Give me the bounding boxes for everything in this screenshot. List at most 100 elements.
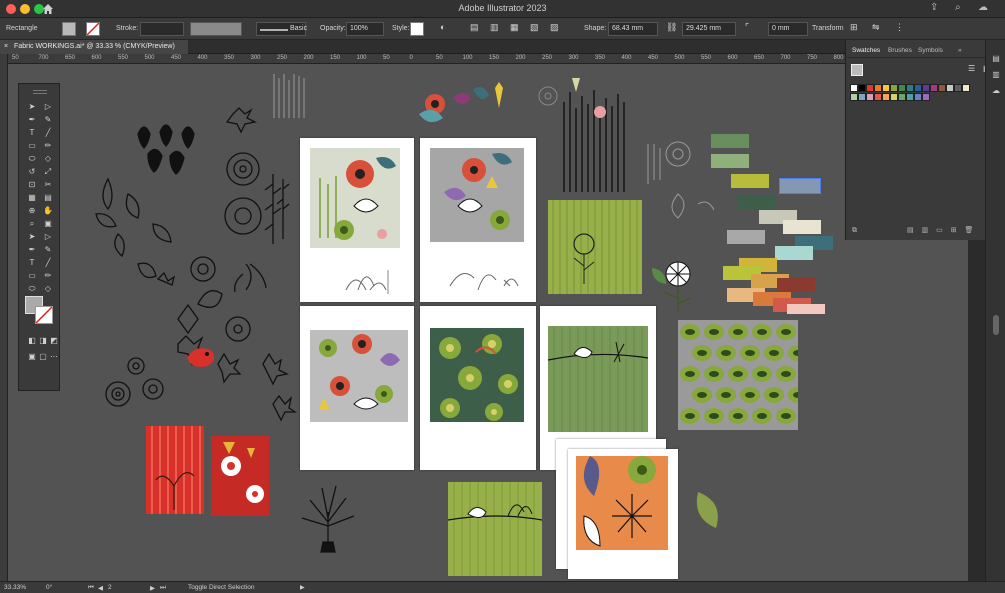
swatch[interactable]: [898, 93, 906, 101]
red-pattern-swatch-1[interactable]: [146, 426, 204, 514]
swatch[interactable]: [890, 93, 898, 101]
palette-chip[interactable]: [731, 174, 769, 188]
recolor-icon[interactable]: ◐: [440, 22, 445, 32]
swatch[interactable]: [930, 84, 938, 92]
swatch-options-icon[interactable]: ▥: [922, 227, 929, 234]
flip-icon[interactable]: ⇋: [872, 22, 880, 33]
transform-button[interactable]: Transform: [812, 25, 844, 32]
corner-type-icon[interactable]: ⌜: [745, 22, 749, 33]
artboard-4-kiwi-pattern[interactable]: [430, 328, 524, 422]
more-tabs-icon[interactable]: »: [958, 47, 962, 54]
none-mode-icon[interactable]: ◩: [47, 334, 61, 347]
type-tool-icon[interactable]: T: [25, 256, 39, 269]
swatch[interactable]: [882, 84, 890, 92]
grey-floral-sketch[interactable]: [528, 74, 628, 124]
list-view-icon[interactable]: ☰: [968, 64, 975, 73]
palette-chip[interactable]: [777, 278, 815, 292]
canvas[interactable]: [8, 64, 968, 581]
width-field[interactable]: 68.43 mm: [608, 22, 658, 36]
tab-swatches[interactable]: Swatches: [852, 47, 880, 54]
tab-brushes[interactable]: Brushes: [888, 47, 912, 54]
next-artboard-icon[interactable]: ▶: [150, 584, 155, 592]
black-bouquet-illustration[interactable]: [293, 474, 363, 554]
direct-selection-tool-icon[interactable]: ▷: [41, 100, 55, 113]
free-transform-tool-icon[interactable]: ⊡: [25, 178, 39, 191]
previous-artboard-icon[interactable]: ◀: [98, 584, 103, 592]
swatch[interactable]: [858, 84, 866, 92]
green-bird-pattern[interactable]: [448, 482, 542, 576]
colored-floral-sprig[interactable]: [413, 80, 513, 130]
status-menu-icon[interactable]: ▶: [300, 584, 305, 591]
zoom-level[interactable]: 33.33%: [4, 584, 26, 591]
green-stripe-pattern[interactable]: [548, 200, 642, 294]
fill-swatch[interactable]: [62, 22, 76, 36]
mesh-tool-icon[interactable]: ▦: [25, 191, 39, 204]
kiwi-pattern-tile[interactable]: [678, 320, 798, 430]
artboard-2-sketch[interactable]: [444, 256, 524, 296]
cloud-icon[interactable]: ☁: [978, 2, 988, 13]
pen-tool-icon[interactable]: ✒: [25, 243, 39, 256]
swatch[interactable]: [866, 84, 874, 92]
swatch[interactable]: [882, 93, 890, 101]
link-proportions-icon[interactable]: ⛓: [666, 22, 677, 33]
rotation-value[interactable]: 0°: [46, 584, 52, 591]
selected-rectangle[interactable]: [779, 178, 821, 194]
isolate-icon[interactable]: ▨: [550, 22, 559, 33]
height-field[interactable]: 29.425 mm: [682, 22, 736, 36]
brush-definition-select[interactable]: Basic: [256, 22, 307, 36]
palette-chip[interactable]: [727, 230, 765, 244]
blob-brush-tool-icon[interactable]: ⬭: [25, 282, 39, 295]
variable-width-profile[interactable]: [190, 22, 242, 36]
panel-options-icon[interactable]: ⋮: [895, 22, 904, 33]
green-leaf-shape[interactable]: [692, 490, 722, 530]
selection-tool-icon[interactable]: ➤: [25, 230, 39, 243]
align-to-icon[interactable]: ▦: [510, 22, 519, 33]
stroke-swatch[interactable]: [86, 22, 100, 36]
arrange-icon[interactable]: ▧: [530, 22, 539, 33]
rectangle-tool-icon[interactable]: ▭: [25, 269, 39, 282]
gradient-tool-icon[interactable]: ▤: [41, 191, 55, 204]
palette-chip[interactable]: [787, 304, 825, 314]
orange-floral-pattern[interactable]: [576, 456, 668, 550]
swatch[interactable]: [922, 93, 930, 101]
rotate-tool-icon[interactable]: ↺: [25, 165, 39, 178]
share-icon[interactable]: ⇪: [930, 2, 938, 13]
pen-tool-icon[interactable]: ✒: [25, 113, 39, 126]
graphic-style-swatch[interactable]: [410, 22, 424, 36]
direct-selection-tool-icon[interactable]: ▷: [41, 230, 55, 243]
blob-brush-tool-icon[interactable]: ⬭: [25, 152, 39, 165]
swatch[interactable]: [858, 93, 866, 101]
opacity-field[interactable]: 100%: [346, 22, 384, 36]
swatch[interactable]: [890, 84, 898, 92]
search-icon[interactable]: ⌕: [955, 2, 961, 13]
first-artboard-icon[interactable]: ⏮: [88, 584, 94, 592]
artboard-3-pattern[interactable]: [310, 330, 408, 422]
swatch[interactable]: [850, 93, 858, 101]
eraser-tool-icon[interactable]: ◇: [41, 152, 55, 165]
layers-panel-icon[interactable]: ▥: [991, 70, 1001, 79]
pencil-tool-icon[interactable]: ✏: [41, 139, 55, 152]
new-swatch-icon[interactable]: ⊞: [951, 227, 957, 234]
grey-grass-lines[interactable]: [270, 72, 310, 120]
swatch[interactable]: [938, 84, 946, 92]
scale-tool-icon[interactable]: ⤢: [41, 165, 55, 178]
fill-stroke-indicator[interactable]: [851, 64, 863, 76]
type-tool-icon[interactable]: T: [25, 126, 39, 139]
libraries-panel-icon[interactable]: ☁: [991, 86, 1001, 95]
eraser-tool-icon[interactable]: ◇: [41, 282, 55, 295]
show-kinds-icon[interactable]: ▤: [907, 227, 914, 234]
color-palette-chips[interactable]: [703, 134, 843, 314]
corner-radius-field[interactable]: 0 mm: [768, 22, 808, 36]
align-icon[interactable]: ▤: [470, 22, 479, 33]
palette-chip[interactable]: [737, 196, 775, 210]
red-bird-motif[interactable]: [183, 342, 223, 372]
swatch[interactable]: [954, 84, 962, 92]
swatch[interactable]: [906, 93, 914, 101]
swatch[interactable]: [866, 93, 874, 101]
curvature-tool-icon[interactable]: ✎: [41, 243, 55, 256]
black-flower-illustration[interactable]: [648, 254, 698, 314]
line-tool-icon[interactable]: ╱: [41, 256, 55, 269]
swatch-library-icon[interactable]: ⧉: [852, 227, 857, 234]
rectangle-tool-icon[interactable]: ▭: [25, 139, 39, 152]
vertical-ruler[interactable]: [0, 54, 8, 581]
